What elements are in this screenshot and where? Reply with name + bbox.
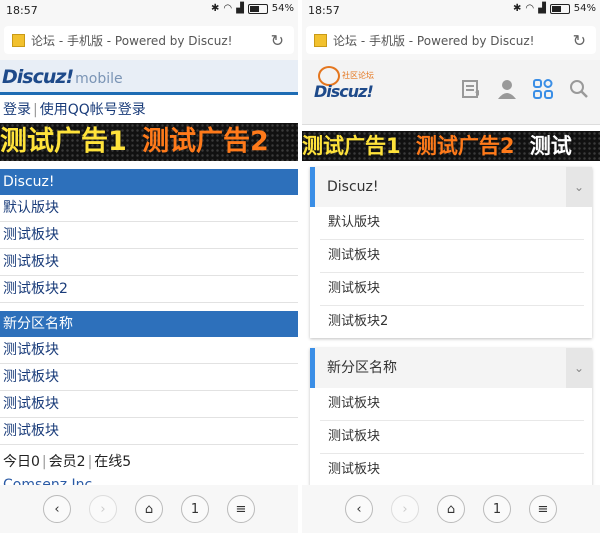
forum-link[interactable]: 测试板块 — [0, 391, 298, 418]
stat-today: 今日0 — [3, 454, 40, 470]
back-icon[interactable]: ‹ — [345, 495, 373, 523]
ad-text-2: 测试广告2 — [415, 134, 515, 158]
right-phone-screen: 18:57 ✱ ◠ ▟ 54% 论坛 - 手机版 - Powered by Di… — [302, 0, 600, 533]
bluetooth-icon: ✱ — [210, 3, 220, 14]
ad-banner[interactable]: 测试广告1 测试广告2 测试 — [302, 131, 600, 161]
logo-subtitle: 社区论坛 — [342, 71, 374, 80]
news-icon[interactable] — [460, 78, 482, 100]
site-stats: 今日0 | 会员2 | 在线5 — [3, 454, 132, 470]
forum-link[interactable]: 测试板块 — [320, 273, 584, 306]
forward-icon[interactable]: › — [89, 495, 117, 523]
bluetooth-icon: ✱ — [512, 3, 522, 14]
back-icon[interactable]: ‹ — [43, 495, 71, 523]
url-box[interactable]: 论坛 - 手机版 - Powered by Discuz! ↻ — [4, 26, 294, 54]
status-icons: ✱ ◠ ▟ 54% — [211, 3, 294, 14]
forum-link[interactable]: 测试板块 — [0, 222, 298, 249]
category-card: 新分区名称 ⌄ 测试板块 测试板块 测试板块 — [310, 348, 592, 486]
battery-percent: 54% — [271, 3, 294, 14]
category-header[interactable]: Discuz! ⌄ — [310, 167, 592, 207]
status-time: 18:57 — [6, 4, 38, 17]
forum-link[interactable]: 默认版块 — [320, 207, 584, 240]
menu-icon[interactable]: ≡ — [227, 495, 255, 523]
home-icon[interactable]: ⌂ — [135, 495, 163, 523]
favicon-icon — [12, 33, 25, 47]
signal-icon: ▟ — [236, 3, 244, 14]
reload-icon[interactable]: ↻ — [573, 31, 586, 50]
reload-icon[interactable]: ↻ — [271, 31, 284, 50]
forum-link[interactable]: 测试板块2 — [0, 276, 298, 303]
chevron-down-icon[interactable]: ⌄ — [566, 348, 592, 388]
category-title: Discuz! — [327, 179, 379, 195]
page-title: 论坛 - 手机版 - Powered by Discuz! — [333, 33, 535, 48]
url-box[interactable]: 论坛 - 手机版 - Powered by Discuz! ↻ — [306, 26, 596, 54]
forward-icon[interactable]: › — [391, 495, 419, 523]
ad-banner[interactable]: 测试广告1 测试广告2 — [0, 123, 298, 161]
category-header[interactable]: Discuz! — [0, 169, 298, 195]
wifi-icon: ◠ — [223, 3, 233, 14]
logo-word: Discuz! — [314, 82, 374, 101]
ad-text-1: 测试广告1 — [0, 126, 127, 157]
browser-bottom-bar: ‹ › ⌂ 1 ≡ — [302, 485, 600, 533]
battery-icon — [549, 3, 570, 14]
signal-icon: ▟ — [538, 3, 546, 14]
page-title: 论坛 - 手机版 - Powered by Discuz! — [31, 33, 233, 48]
status-bar: 18:57 ✱ ◠ ▟ 54% — [0, 0, 298, 22]
login-links: 登录 | 使用QQ帐号登录 — [3, 102, 146, 118]
battery-percent: 54% — [573, 3, 596, 14]
user-icon[interactable] — [496, 78, 518, 100]
forum-link[interactable]: 测试板块 — [0, 249, 298, 276]
chevron-down-icon[interactable]: ⌄ — [566, 167, 592, 207]
category-title: 新分区名称 — [327, 360, 397, 376]
tabs-button[interactable]: 1 — [483, 495, 511, 523]
tabs-button[interactable]: 1 — [181, 495, 209, 523]
favicon-icon — [314, 33, 327, 47]
forum-link[interactable]: 测试板块 — [320, 421, 584, 454]
wifi-icon: ◠ — [525, 3, 535, 14]
status-time: 18:57 — [308, 4, 340, 17]
browser-url-bar[interactable]: 论坛 - 手机版 - Powered by Discuz! ↻ — [0, 22, 298, 60]
qq-login-link[interactable]: 使用QQ帐号登录 — [40, 102, 146, 118]
browser-url-bar[interactable]: 论坛 - 手机版 - Powered by Discuz! ↻ — [302, 22, 600, 60]
forum-link[interactable]: 测试板块 — [0, 364, 298, 391]
browser-bottom-bar: ‹ › ⌂ 1 ≡ — [0, 485, 298, 533]
stat-online: 在线5 — [94, 454, 132, 470]
forum-link[interactable]: 测试板块 — [320, 454, 584, 486]
forum-link[interactable]: 测试板块2 — [320, 306, 584, 338]
status-icons: ✱ ◠ ▟ 54% — [513, 3, 596, 14]
category-header[interactable]: 新分区名称 — [0, 311, 298, 337]
left-phone-screen: 18:57 ✱ ◠ ▟ 54% 论坛 - 手机版 - Powered by Di… — [0, 0, 298, 533]
site-header: 社区论坛 Discuz! — [302, 60, 600, 125]
forum-link[interactable]: 测试板块 — [320, 240, 584, 273]
ad-text-2: 测试广告2 — [142, 126, 269, 157]
grid-icon[interactable] — [532, 78, 554, 100]
login-link[interactable]: 登录 — [3, 102, 31, 118]
menu-icon[interactable]: ≡ — [529, 495, 557, 523]
forum-link[interactable]: 测试板块 — [0, 337, 298, 364]
forum-link[interactable]: 测试板块 — [320, 388, 584, 421]
header-nav — [460, 78, 590, 100]
home-icon[interactable]: ⌂ — [437, 495, 465, 523]
category-card: Discuz! ⌄ 默认版块 测试板块 测试板块 测试板块2 — [310, 167, 592, 338]
forum-link[interactable]: 默认版块 — [0, 195, 298, 222]
battery-icon — [247, 3, 268, 14]
site-logo[interactable]: Discuz! mobile — [2, 66, 123, 88]
ad-text-1: 测试广告1 — [302, 134, 401, 158]
site-header: Discuz! mobile — [0, 60, 298, 95]
status-bar: 18:57 ✱ ◠ ▟ 54% — [302, 0, 600, 22]
search-icon[interactable] — [568, 78, 590, 100]
category-header[interactable]: 新分区名称 ⌄ — [310, 348, 592, 388]
stat-members: 会员2 — [48, 454, 86, 470]
ad-text-3: 测试 — [529, 134, 572, 158]
forum-link[interactable]: 测试板块 — [0, 418, 298, 445]
